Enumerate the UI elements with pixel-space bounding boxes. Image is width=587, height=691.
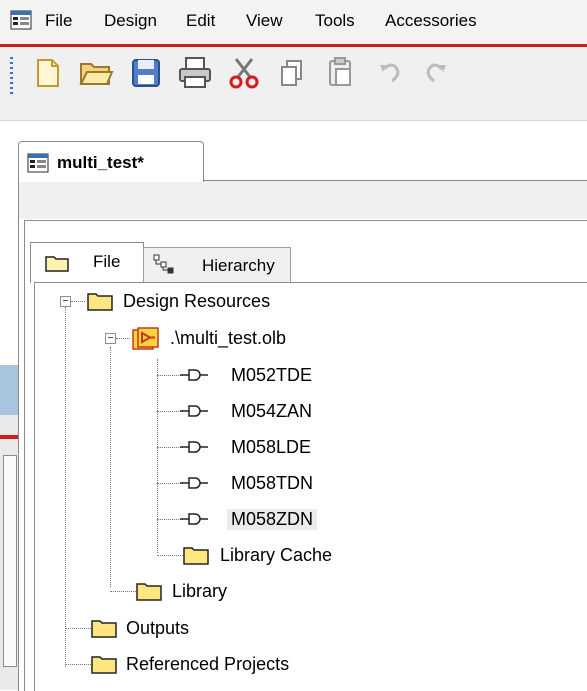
tree-referenced-projects[interactable]: Referenced Projects [126, 654, 289, 675]
tree-part-m052tde[interactable]: M052TDE [231, 365, 312, 386]
folder-icon [87, 293, 113, 311]
tree-library-cache[interactable]: Library Cache [220, 545, 332, 566]
paste-icon[interactable] [322, 55, 358, 91]
cut-icon[interactable] [226, 55, 262, 91]
tree-part-m058lde[interactable]: M058LDE [231, 437, 311, 458]
folder-icon [136, 583, 162, 601]
menu-accessories[interactable]: Accessories [385, 11, 477, 31]
tree-part-m058zdn[interactable]: M058ZDN [227, 509, 318, 530]
app-icon [10, 10, 32, 30]
undo-icon[interactable] [372, 55, 408, 91]
open-icon[interactable] [78, 55, 114, 91]
tab-multi-test[interactable]: multi_test* [18, 141, 204, 182]
menu-file[interactable]: File [45, 11, 72, 31]
tree-library[interactable]: Library [172, 581, 227, 602]
library-file-icon [132, 327, 159, 350]
part-icon [180, 441, 208, 453]
tab-hierarchy[interactable]: Hierarchy [143, 247, 291, 282]
part-icon [180, 369, 208, 381]
project-tree: − − Design Resources .\multi_test.olb M0… [34, 282, 587, 691]
part-icon [180, 477, 208, 489]
collapse-design-resources-icon[interactable]: − [60, 296, 71, 307]
tree-library-file[interactable]: .\multi_test.olb [170, 328, 286, 349]
folder-icon [91, 656, 117, 674]
background-window [0, 365, 18, 690]
collapse-library-file-icon[interactable]: − [105, 333, 116, 344]
tree-part-m054zan[interactable]: M054ZAN [231, 401, 312, 422]
tree-design-resources[interactable]: Design Resources [123, 291, 270, 312]
folder-icon [183, 547, 209, 565]
menu-tools[interactable]: Tools [315, 11, 355, 31]
tab-file-label: File [93, 252, 121, 271]
tab-hierarchy-label: Hierarchy [202, 256, 275, 275]
save-icon[interactable] [128, 55, 164, 91]
copy-icon[interactable] [274, 55, 310, 91]
part-icon [180, 405, 208, 417]
folder-icon [91, 620, 117, 638]
menu-edit[interactable]: Edit [186, 11, 215, 31]
part-icon [180, 513, 208, 525]
tree-part-m058tdn[interactable]: M058TDN [231, 473, 313, 494]
tab-file[interactable]: File [30, 242, 144, 283]
hierarchy-icon [153, 254, 174, 274]
menu-view[interactable]: View [246, 11, 283, 31]
redo-icon[interactable] [418, 55, 454, 91]
print-icon[interactable] [177, 55, 213, 91]
menu-design[interactable]: Design [104, 11, 157, 31]
menu-bar: File Design Edit View Tools Accessories [0, 0, 587, 47]
tab-multi-test-label: multi_test* [57, 153, 144, 172]
tree-outputs[interactable]: Outputs [126, 618, 189, 639]
folder-icon [45, 256, 69, 272]
toolbar-grip-icon[interactable] [10, 57, 13, 97]
project-icon [27, 153, 49, 173]
new-icon[interactable] [30, 55, 66, 91]
toolbar [0, 47, 587, 121]
